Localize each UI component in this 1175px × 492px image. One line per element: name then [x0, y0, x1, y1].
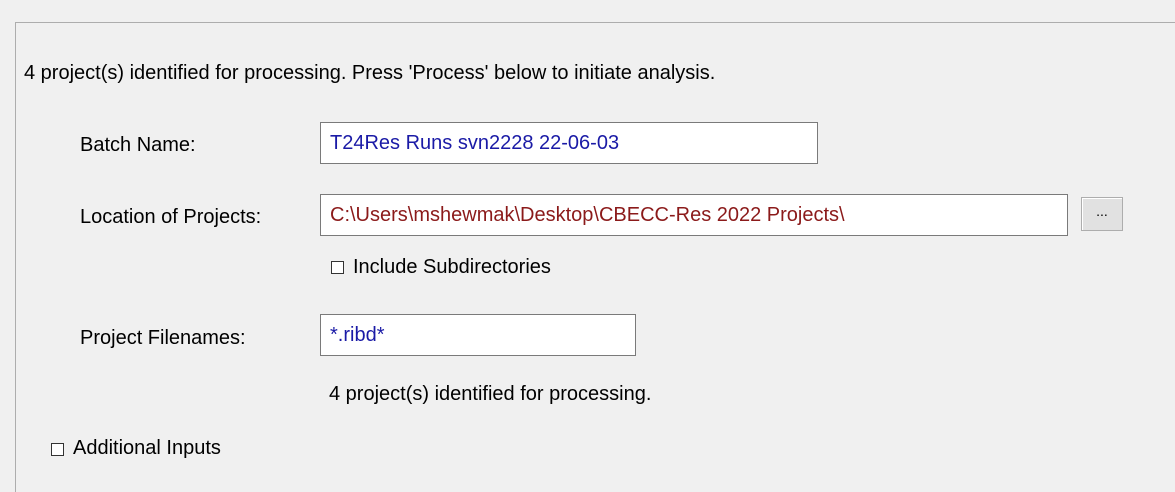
batch-processing-group-box [15, 22, 1175, 492]
identified-projects-text: 4 project(s) identified for processing. [329, 383, 652, 405]
include-subdirectories-label[interactable]: Include Subdirectories [353, 256, 551, 279]
location-of-projects-label: Location of Projects: [80, 206, 262, 228]
project-filenames-label: Project Filenames: [80, 327, 246, 349]
header-status-text: 4 project(s) identified for processing. … [24, 62, 716, 84]
additional-inputs-checkbox[interactable] [51, 443, 64, 456]
browse-folder-button[interactable]: ... [1081, 197, 1123, 231]
batch-name-label: Batch Name: [80, 134, 196, 156]
batch-name-input[interactable]: T24Res Runs svn2228 22-06-03 [320, 122, 818, 164]
project-filenames-input[interactable]: *.ribd* [320, 314, 636, 356]
location-of-projects-input[interactable]: C:\Users\mshewmak\Desktop\CBECC-Res 2022… [320, 194, 1068, 236]
include-subdirectories-checkbox[interactable] [331, 261, 344, 274]
additional-inputs-label[interactable]: Additional Inputs [73, 437, 221, 460]
